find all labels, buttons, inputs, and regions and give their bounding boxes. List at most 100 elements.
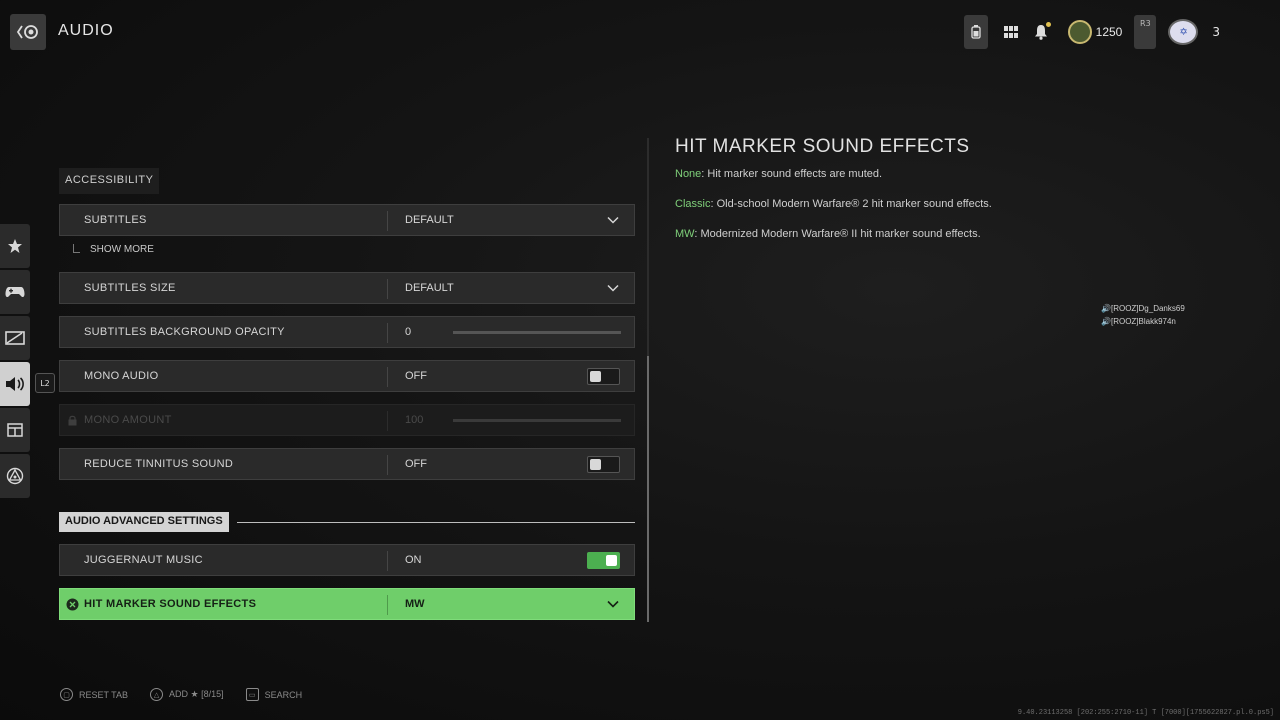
setting-value: 100 <box>405 414 424 426</box>
option-name: Classic <box>675 198 711 210</box>
player-name: [ROOZ]Dg_Danks69 <box>1110 304 1185 313</box>
show-more-label: SHOW MORE <box>90 244 154 255</box>
option-name: MW <box>675 228 695 240</box>
square-button-icon: ▢ <box>60 688 73 701</box>
chevron-down-icon <box>607 600 619 608</box>
setting-mono-audio[interactable]: MONO AUDIO OFF <box>59 360 635 392</box>
party-avatar[interactable]: ✡ <box>1168 19 1199 45</box>
triangle-button-icon: △ <box>150 688 164 701</box>
toggle-knob <box>606 555 617 566</box>
description-title: HIT MARKER SOUND EFFECTS <box>675 136 970 157</box>
description-panel: HIT MARKER SOUND EFFECTS None: Hit marke… <box>675 136 1235 258</box>
cod-points-icon <box>1067 20 1092 44</box>
chevron-down-icon <box>607 216 619 224</box>
description-line: MW: Modernized Modern Warfare® II hit ma… <box>675 228 1235 240</box>
star-icon <box>8 239 22 253</box>
section-audio-advanced: AUDIO ADVANCED SETTINGS <box>59 512 635 532</box>
build-info: 9.40.23113258 [202:255:2710-11] T [7000]… <box>1017 709 1274 717</box>
r3-label: R3 <box>1140 19 1151 28</box>
setting-subtitles[interactable]: SUBTITLES DEFAULT <box>59 204 635 236</box>
row-divider <box>387 279 388 299</box>
section-audio-advanced-label: AUDIO ADVANCED SETTINGS <box>59 512 229 532</box>
lock-icon <box>68 415 77 426</box>
setting-value: OFF <box>405 370 427 382</box>
setting-label: REDUCE TINNITUS SOUND <box>84 458 234 470</box>
tree-corner-icon <box>73 244 80 253</box>
l2-button-hint: L2 <box>35 373 55 393</box>
search-hint[interactable]: ▭ SEARCH <box>245 688 303 701</box>
nav-graphics[interactable] <box>0 316 30 360</box>
row-divider <box>387 323 388 343</box>
add-favorite-label: ADD ★ [8/15] <box>169 689 224 699</box>
search-label: SEARCH <box>264 689 303 700</box>
chevron-down-icon <box>607 284 619 292</box>
notifications-button[interactable] <box>1028 19 1054 45</box>
notification-dot <box>1045 22 1051 27</box>
back-button[interactable] <box>10 14 46 50</box>
speaker-icon: 🔊 <box>1101 304 1111 313</box>
cross-button-icon <box>66 598 79 611</box>
setting-subtitles-background-opacity[interactable]: SUBTITLES BACKGROUND OPACITY 0 <box>59 316 635 348</box>
toggle-knob <box>590 371 601 382</box>
option-description: : Hit marker sound effects are muted. <box>701 168 883 180</box>
setting-mono-amount: MONO AMOUNT 100 <box>59 404 635 436</box>
back-icon <box>16 25 38 39</box>
section-rule <box>237 522 635 523</box>
row-divider <box>387 551 388 571</box>
description-line: None: Hit marker sound effects are muted… <box>675 168 1235 180</box>
setting-value: DEFAULT <box>405 282 454 294</box>
option-description: : Old-school Modern Warfare® 2 hit marke… <box>710 198 992 210</box>
voice-chat-list: 🔊[ROOZ]Dg_Danks69 🔊[ROOZ]Blakk974n <box>1101 302 1185 328</box>
interface-icon <box>7 423 23 437</box>
cod-points-value: 1250 <box>1095 25 1123 39</box>
option-name: None <box>675 168 702 180</box>
graphics-icon <box>5 331 25 345</box>
toggle-knob <box>590 459 601 470</box>
network-icon <box>6 467 24 485</box>
nav-interface[interactable] <box>0 408 30 452</box>
apps-grid-button[interactable] <box>998 19 1024 45</box>
opacity-slider[interactable] <box>453 331 621 334</box>
setting-value: 0 <box>405 326 412 338</box>
voice-chat-player: 🔊[ROOZ]Blakk974n <box>1101 315 1185 328</box>
setting-subtitles-size[interactable]: SUBTITLES SIZE DEFAULT <box>59 272 635 304</box>
setting-hit-marker-sound-effects[interactable]: HIT MARKER SOUND EFFECTS MW <box>59 588 635 620</box>
option-description: : Modernized Modern Warfare® II hit mark… <box>694 228 981 240</box>
grid-icon <box>1003 26 1018 38</box>
battery-icon <box>971 25 981 39</box>
setting-juggernaut-music[interactable]: JUGGERNAUT MUSIC ON <box>59 544 635 576</box>
setting-value: OFF <box>405 458 427 470</box>
setting-reduce-tinnitus[interactable]: REDUCE TINNITUS SOUND OFF <box>59 448 635 480</box>
r3-button[interactable]: R3 <box>1134 15 1157 49</box>
row-divider <box>387 211 388 231</box>
setting-label: HIT MARKER SOUND EFFECTS <box>84 598 257 610</box>
setting-label: SUBTITLES SIZE <box>84 282 176 294</box>
mono-audio-toggle[interactable] <box>587 368 620 385</box>
setting-value: ON <box>405 554 422 566</box>
show-more-link[interactable]: SHOW MORE <box>73 244 154 255</box>
reset-tab-hint[interactable]: ▢ RESET TAB <box>60 688 128 701</box>
setting-label: MONO AUDIO <box>84 370 159 382</box>
settings-scrollbar[interactable] <box>647 138 649 622</box>
speaker-icon <box>6 377 24 391</box>
settings-side-nav <box>0 224 30 500</box>
setting-label: SUBTITLES <box>84 214 147 226</box>
reset-tab-label: RESET TAB <box>79 689 129 700</box>
nav-audio[interactable] <box>0 362 30 406</box>
nav-network[interactable] <box>0 454 30 498</box>
nav-controller[interactable] <box>0 270 30 314</box>
row-divider <box>387 595 388 615</box>
nav-favorites[interactable] <box>0 224 30 268</box>
add-favorite-hint[interactable]: △ ADD ★ [8/15] <box>150 688 224 701</box>
reduce-tinnitus-toggle[interactable] <box>587 456 620 473</box>
scrollbar-thumb[interactable] <box>647 356 649 622</box>
voice-chat-player: 🔊[ROOZ]Dg_Danks69 <box>1101 302 1185 315</box>
row-divider <box>387 455 388 475</box>
controller-status-button[interactable] <box>963 15 988 49</box>
section-accessibility: ACCESSIBILITY <box>59 168 160 194</box>
juggernaut-music-toggle[interactable] <box>587 552 620 569</box>
star-of-david-icon: ✡ <box>1179 27 1188 38</box>
touchpad-button-icon: ▭ <box>245 688 259 701</box>
row-divider <box>387 367 388 387</box>
party-count: 3 <box>1212 25 1220 39</box>
